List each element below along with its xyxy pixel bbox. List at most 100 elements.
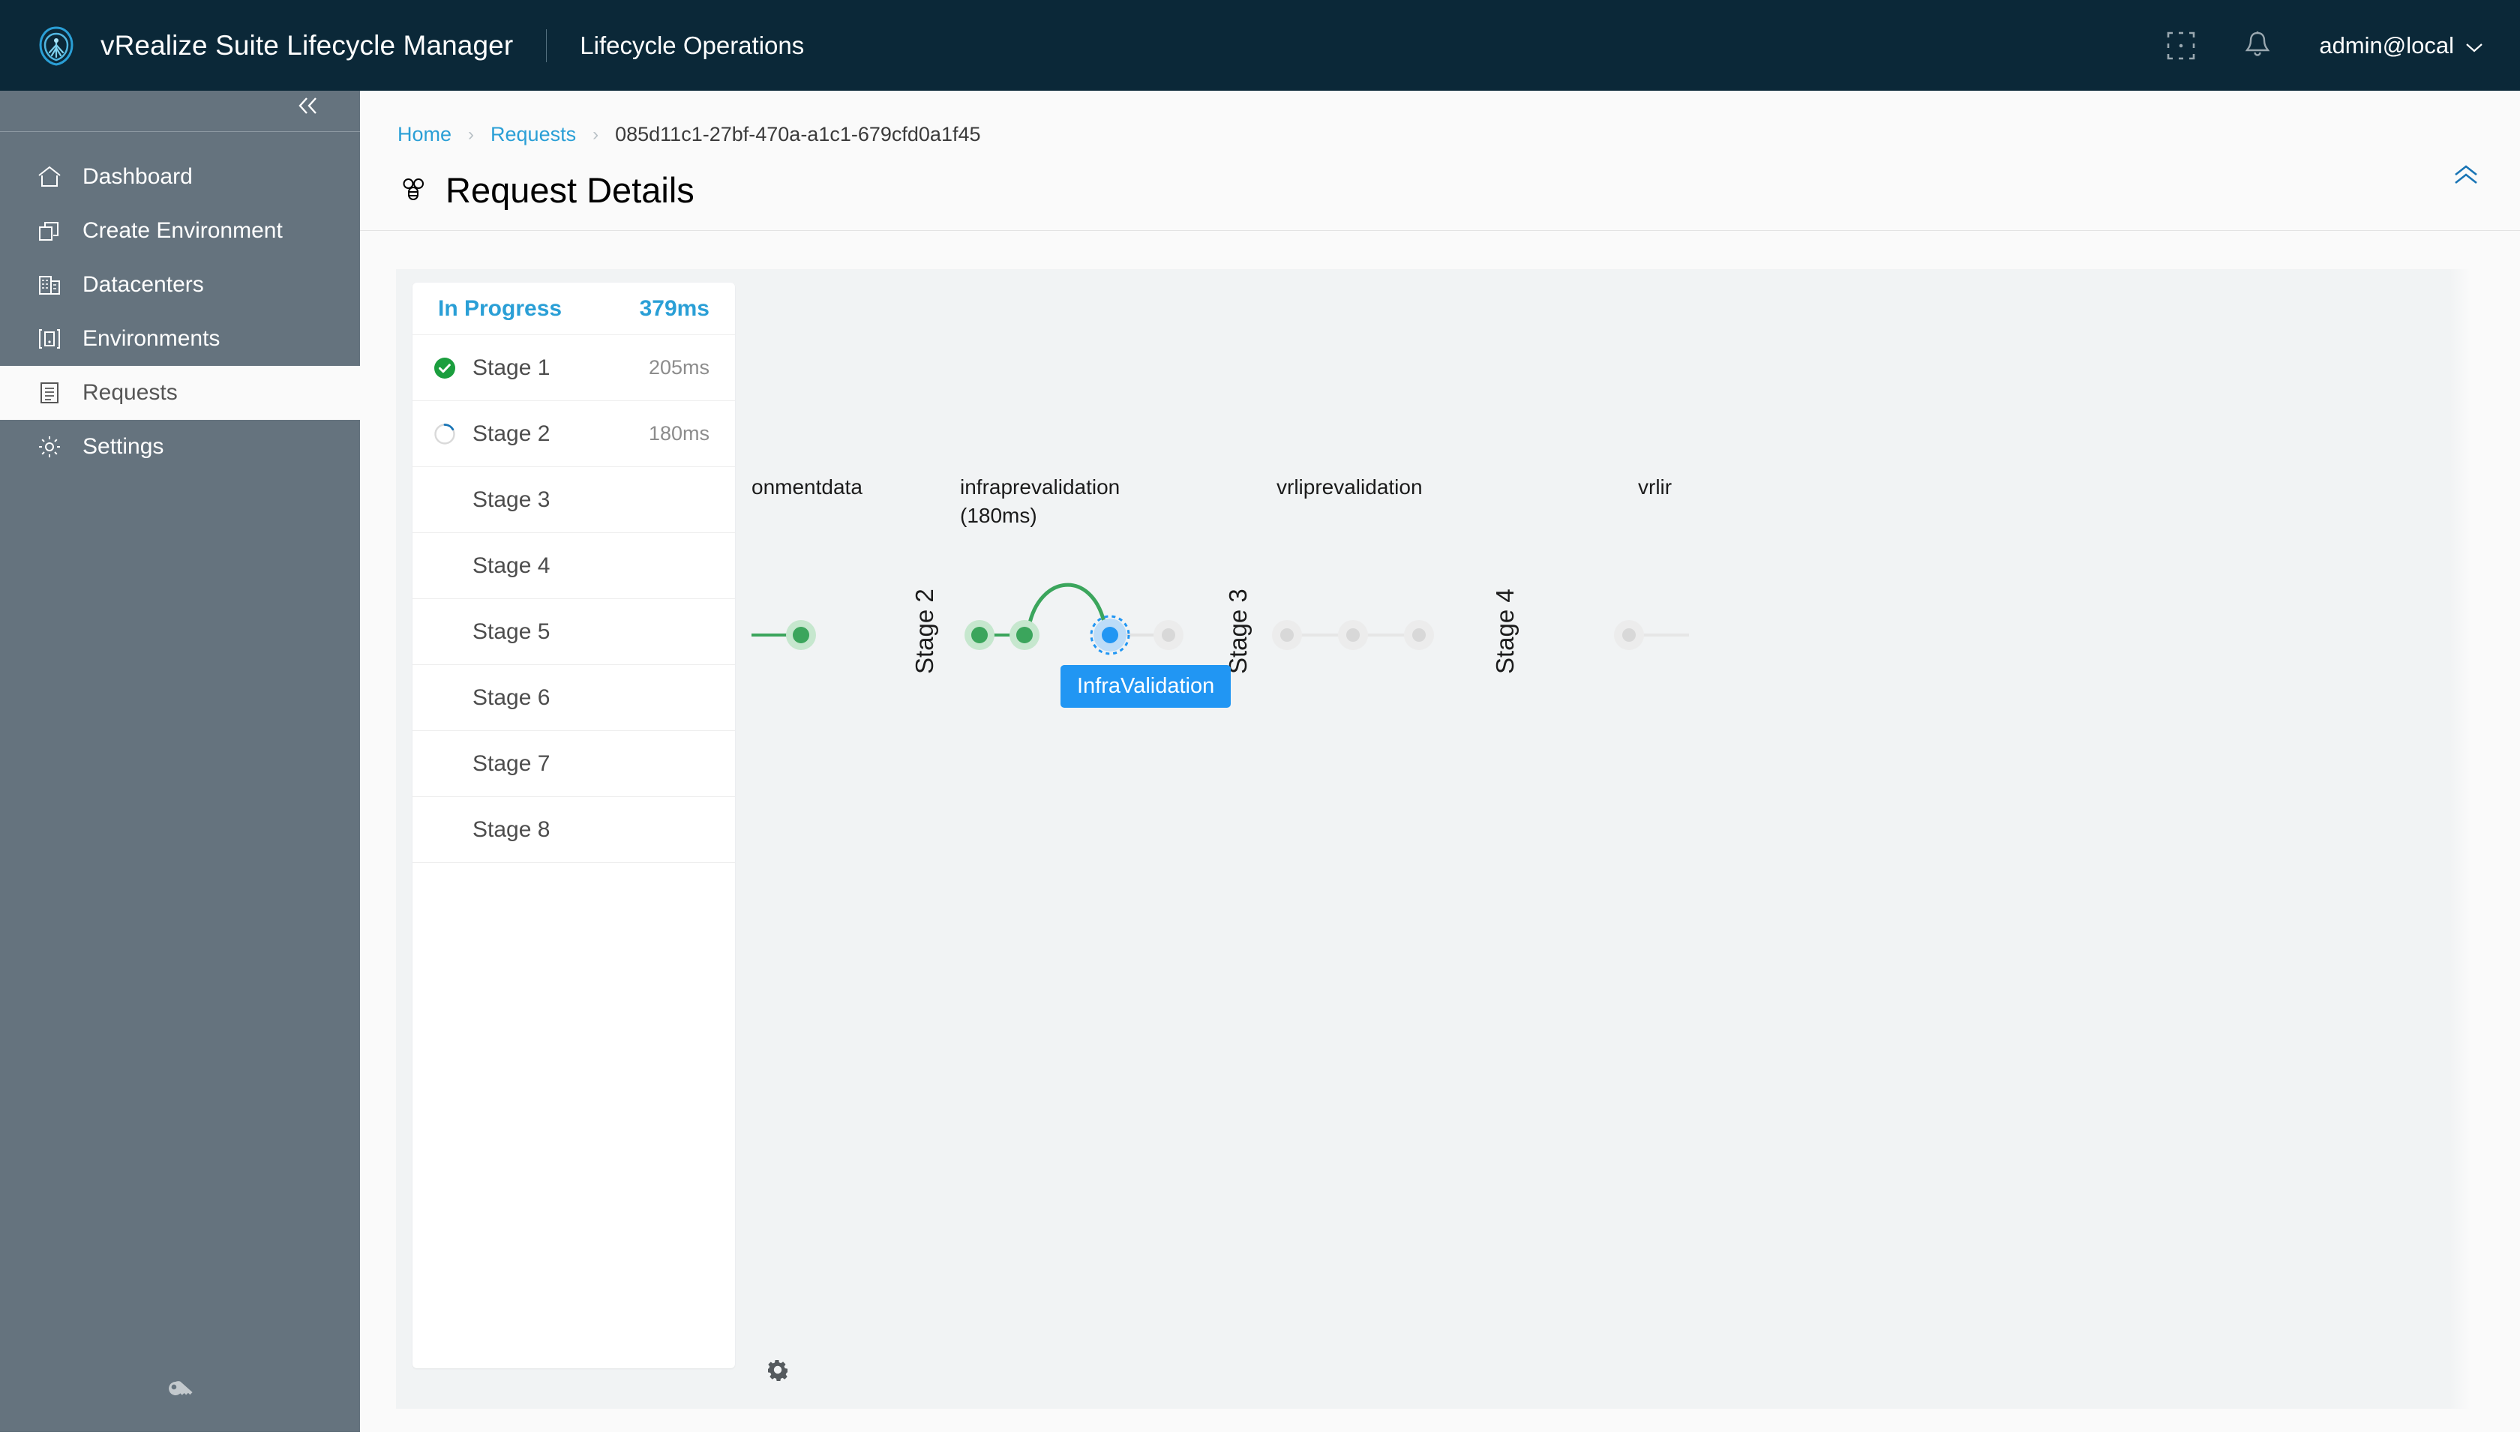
stage-list-item-6[interactable]: Stage 6 — [412, 665, 735, 731]
breadcrumb: Home › Requests › 085d11c1-27bf-470a-a1c… — [360, 91, 2520, 146]
page-header: Request Details — [360, 146, 2520, 215]
check-circle-icon — [434, 357, 456, 379]
sidebar-divider — [0, 131, 360, 132]
sidebar: Dashboard Create Environment Datacenters… — [0, 91, 360, 1432]
list-icon — [36, 379, 63, 406]
graph-node-pending — [1614, 620, 1644, 650]
vmware-cloud-logo-icon — [33, 22, 80, 69]
application-icon — [36, 325, 63, 352]
breadcrumb-requests[interactable]: Requests — [490, 123, 576, 146]
stage-list-item-1[interactable]: Stage 1 205ms — [412, 335, 735, 401]
sidebar-item-settings[interactable]: Settings — [0, 420, 360, 474]
section-title: Lifecycle Operations — [580, 31, 805, 59]
brand-block[interactable]: vRealize Suite Lifecycle Manager Lifecyc… — [0, 22, 804, 69]
building-icon — [36, 271, 63, 298]
request-details-icon — [398, 173, 430, 206]
main-content: Home › Requests › 085d11c1-27bf-470a-a1c… — [360, 91, 2520, 1432]
graph-node-pending — [1404, 620, 1434, 650]
stage-list-card: In Progress 379ms Stage 1 205ms Stage 2 … — [412, 283, 735, 1368]
sidebar-item-dashboard[interactable]: Dashboard — [0, 150, 360, 204]
key-icon[interactable] — [160, 1374, 200, 1416]
node-group-label-1: infraprevalidation (180ms) — [960, 475, 1120, 528]
workflow-graph-canvas[interactable]: onmentdata infraprevalidation (180ms) vr… — [752, 269, 2481, 1409]
stage-list-item-4[interactable]: Stage 4 — [412, 533, 735, 599]
stage-duration: 180ms — [648, 422, 710, 445]
stage-name: Stage 4 — [472, 553, 550, 578]
workflow-graph-svg — [752, 583, 1689, 655]
request-status-header: In Progress 379ms — [412, 283, 735, 335]
stage-name: Stage 7 — [472, 750, 550, 776]
home-icon — [36, 163, 63, 190]
sidebar-footer — [0, 1357, 360, 1432]
pending-circle-icon — [434, 555, 456, 577]
graph-node-pending — [1338, 620, 1368, 650]
graph-node-selected — [1090, 615, 1130, 655]
sidebar-item-label: Create Environment — [82, 218, 283, 243]
pending-circle-icon — [434, 753, 456, 775]
selected-node-tooltip[interactable]: InfraValidation — [1060, 665, 1232, 708]
pending-circle-icon — [434, 819, 456, 841]
sidebar-item-datacenters[interactable]: Datacenters — [0, 258, 360, 312]
sidebar-item-label: Environments — [82, 326, 220, 351]
stage-list-item-3[interactable]: Stage 3 — [412, 467, 735, 533]
sidebar-item-label: Settings — [82, 434, 164, 459]
stage-name: Stage 1 — [472, 355, 550, 380]
pending-circle-icon — [434, 687, 456, 709]
page-bottom-strip — [0, 1432, 2520, 1456]
node-group-label-0: onmentdata — [752, 475, 862, 499]
edge-s2-arc — [1027, 583, 1106, 627]
stage-list-item-5[interactable]: Stage 5 — [412, 599, 735, 665]
grid-apps-icon[interactable] — [2166, 31, 2196, 61]
stage-name: Stage 8 — [472, 816, 550, 842]
header-actions: admin@local — [2166, 29, 2520, 62]
sidebar-item-label: Datacenters — [82, 272, 204, 297]
graph-node-complete — [964, 620, 994, 650]
stage-duration: 205ms — [648, 356, 710, 379]
node-group-label-2: vrliprevalidation — [1276, 475, 1423, 499]
stage-name: Stage 2 — [472, 421, 550, 446]
user-email: admin@local — [2319, 31, 2454, 58]
graph-settings-gear-icon[interactable] — [766, 1359, 790, 1386]
bell-icon[interactable] — [2242, 29, 2272, 62]
product-title: vRealize Suite Lifecycle Manager — [100, 29, 514, 61]
graph-node-pending — [1154, 620, 1184, 650]
graph-node-complete — [1010, 620, 1040, 650]
sidebar-item-create-environment[interactable]: Create Environment — [0, 204, 360, 258]
sidebar-item-label: Dashboard — [82, 164, 193, 189]
breadcrumb-current-request-id: 085d11c1-27bf-470a-a1c1-679cfd0a1f45 — [615, 123, 981, 145]
pending-circle-icon — [434, 489, 456, 511]
stage-name: Stage 5 — [472, 619, 550, 644]
chevron-right-icon: › — [468, 124, 475, 145]
chevron-right-icon: › — [592, 124, 599, 145]
user-menu[interactable]: admin@local — [2319, 32, 2484, 59]
copy-icon — [36, 217, 63, 244]
chevron-down-icon — [2464, 32, 2484, 59]
total-duration: 379ms — [639, 295, 710, 321]
pending-circle-icon — [434, 621, 456, 643]
header-rule — [360, 230, 2520, 231]
sidebar-collapse-button[interactable] — [0, 91, 360, 124]
node-group-label-3: vrlir — [1638, 475, 1672, 499]
status-badge: In Progress — [438, 295, 562, 321]
spinner-icon — [434, 423, 456, 445]
graph-node-pending — [1272, 620, 1302, 650]
stage-name: Stage 3 — [472, 487, 550, 512]
header-divider — [546, 28, 548, 62]
double-chevron-up-icon[interactable] — [2451, 163, 2481, 192]
stage-name: Stage 6 — [472, 685, 550, 710]
stage-list-item-2[interactable]: Stage 2 180ms — [412, 401, 735, 467]
stage-list-item-7[interactable]: Stage 7 — [412, 731, 735, 797]
stage-axis-label-3: Stage 3 — [1224, 589, 1252, 674]
request-detail-panel: In Progress 379ms Stage 1 205ms Stage 2 … — [396, 269, 2481, 1409]
stage-list-item-8[interactable]: Stage 8 — [412, 797, 735, 863]
graph-node-complete — [786, 620, 816, 650]
page-title: Request Details — [446, 169, 694, 210]
stage-axis-label-2: Stage 2 — [910, 589, 938, 674]
sidebar-item-label: Requests — [82, 380, 178, 405]
stage-axis-label-4: Stage 4 — [1491, 589, 1519, 674]
top-header-bar: vRealize Suite Lifecycle Manager Lifecyc… — [0, 0, 2520, 91]
sidebar-item-environments[interactable]: Environments — [0, 312, 360, 366]
sidebar-item-requests[interactable]: Requests — [0, 366, 360, 420]
breadcrumb-home[interactable]: Home — [398, 123, 452, 146]
double-chevron-left-icon — [296, 96, 322, 119]
